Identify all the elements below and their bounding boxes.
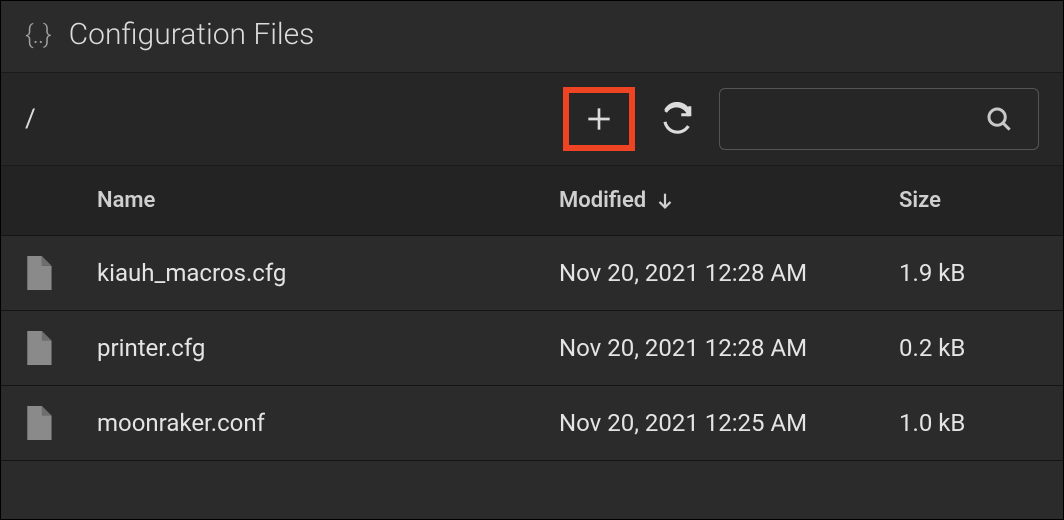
search-icon bbox=[984, 104, 1014, 134]
file-modified: Nov 20, 2021 12:28 AM bbox=[559, 334, 899, 362]
sort-desc-icon bbox=[654, 190, 676, 212]
search-input[interactable] bbox=[719, 88, 1039, 150]
toolbar: / bbox=[1, 73, 1063, 166]
config-files-panel: {..} Configuration Files / bbox=[0, 0, 1064, 520]
file-icon bbox=[1, 256, 73, 290]
column-header-name-label: Name bbox=[97, 188, 155, 213]
table-row[interactable]: kiauh_macros.cfg Nov 20, 2021 12:28 AM 1… bbox=[1, 236, 1063, 311]
file-size: 1.9 kB bbox=[899, 259, 1039, 287]
add-button[interactable] bbox=[579, 99, 619, 139]
page-title: Configuration Files bbox=[69, 17, 315, 52]
table-row[interactable]: moonraker.conf Nov 20, 2021 12:25 AM 1.0… bbox=[1, 386, 1063, 461]
file-rows: kiauh_macros.cfg Nov 20, 2021 12:28 AM 1… bbox=[1, 236, 1063, 519]
breadcrumb-path[interactable]: / bbox=[25, 104, 549, 134]
file-name: kiauh_macros.cfg bbox=[73, 259, 559, 287]
file-icon bbox=[1, 406, 73, 440]
column-header-size-label: Size bbox=[899, 188, 941, 213]
column-header-modified[interactable]: Modified bbox=[559, 188, 899, 213]
column-header-size[interactable]: Size bbox=[899, 188, 1039, 213]
add-button-highlight bbox=[563, 87, 635, 151]
braces-icon: {..} bbox=[25, 20, 51, 50]
file-name: moonraker.conf bbox=[73, 409, 559, 437]
table-header: Name Modified Size bbox=[1, 166, 1063, 236]
file-modified: Nov 20, 2021 12:25 AM bbox=[559, 409, 899, 437]
plus-icon bbox=[583, 103, 615, 135]
file-modified: Nov 20, 2021 12:28 AM bbox=[559, 259, 899, 287]
refresh-icon bbox=[660, 102, 694, 136]
refresh-button[interactable] bbox=[649, 91, 705, 147]
file-size: 0.2 kB bbox=[899, 334, 1039, 362]
column-header-name[interactable]: Name bbox=[73, 188, 559, 213]
panel-header: {..} Configuration Files bbox=[1, 1, 1063, 73]
column-header-modified-label: Modified bbox=[559, 188, 646, 213]
file-icon bbox=[1, 331, 73, 365]
table-row[interactable]: printer.cfg Nov 20, 2021 12:28 AM 0.2 kB bbox=[1, 311, 1063, 386]
file-name: printer.cfg bbox=[73, 334, 559, 362]
file-size: 1.0 kB bbox=[899, 409, 1039, 437]
